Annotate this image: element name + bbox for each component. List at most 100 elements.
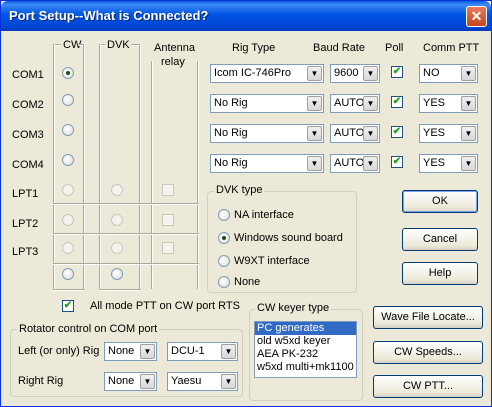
header-rig-type: Rig Type bbox=[232, 42, 276, 54]
com1-cw-radio[interactable] bbox=[62, 67, 74, 79]
rotator-left-port-select[interactable]: None ▼ bbox=[104, 342, 157, 361]
header-comm-ptt: Comm PTT bbox=[423, 42, 480, 54]
cw-keyer-item-old-w5xd[interactable]: old w5xd keyer bbox=[255, 335, 356, 348]
com1-poll-checkbox[interactable]: ✔ bbox=[391, 66, 403, 78]
com4-ptt-select[interactable]: YES ▼ bbox=[419, 154, 478, 173]
title-bar[interactable]: Port Setup--What is Connected? ✕ bbox=[1, 1, 491, 31]
com1-ptt-value: NO bbox=[423, 67, 440, 79]
lpt1-cw-radio[interactable] bbox=[62, 184, 74, 196]
chevron-down-icon: ▼ bbox=[461, 96, 476, 111]
help-button[interactable]: Help bbox=[402, 262, 478, 285]
relay-group-left-line bbox=[151, 61, 153, 289]
chevron-down-icon: ▼ bbox=[221, 344, 236, 359]
rotator-right-port-select[interactable]: None ▼ bbox=[104, 372, 157, 391]
lpt2-dvk-radio[interactable] bbox=[111, 214, 123, 226]
chevron-down-icon: ▼ bbox=[363, 156, 378, 171]
all-mode-ptt-label[interactable]: All mode PTT on CW port RTS bbox=[90, 300, 240, 312]
com3-poll-checkbox[interactable]: ✔ bbox=[391, 126, 403, 138]
rotator-right-port-value: None bbox=[108, 375, 135, 387]
rotator-left-type-value: DCU-1 bbox=[171, 345, 205, 357]
header-poll: Poll bbox=[385, 42, 404, 54]
wave-file-locate-button[interactable]: Wave File Locate... bbox=[373, 306, 483, 329]
com2-ptt-select[interactable]: YES ▼ bbox=[419, 94, 478, 113]
cw-keyer-title: CW keyer type bbox=[255, 302, 332, 314]
rotator-left-label: Left (or only) Rig bbox=[18, 345, 100, 357]
cw-keyer-list[interactable]: PC generates old w5xd keyer AEA PK-232 w… bbox=[254, 321, 357, 378]
com2-rig-select[interactable]: No Rig ▼ bbox=[210, 94, 324, 113]
all-mode-ptt-checkbox[interactable]: ✔ bbox=[62, 300, 74, 312]
lpt1-relay-checkbox[interactable] bbox=[162, 184, 174, 196]
com3-cw-radio[interactable] bbox=[62, 124, 74, 136]
lpt1-dvk-radio[interactable] bbox=[111, 184, 123, 196]
relay-group-right-line bbox=[197, 61, 199, 289]
dvk-windows-radio[interactable] bbox=[218, 232, 230, 244]
chevron-down-icon: ▼ bbox=[461, 66, 476, 81]
com4-label: COM4 bbox=[12, 159, 44, 171]
checkmark-icon: ✔ bbox=[63, 300, 73, 311]
lpt1-label: LPT1 bbox=[12, 188, 39, 200]
com4-rig-select[interactable]: No Rig ▼ bbox=[210, 154, 324, 173]
dvk-na-label[interactable]: NA interface bbox=[234, 209, 294, 221]
com1-baud-select[interactable]: 9600 ▼ bbox=[330, 64, 380, 83]
close-icon[interactable]: ✕ bbox=[466, 6, 487, 27]
com3-baud-value: AUTO bbox=[334, 127, 365, 139]
com4-baud-select[interactable]: AUTO ▼ bbox=[330, 154, 380, 173]
cw-keyer-item-w5xd-multi[interactable]: w5xd multi+mk1100 bbox=[255, 361, 356, 374]
dialog-body: CW DVK Antenna relay Rig Type Baud Rate … bbox=[1, 31, 491, 406]
lpt2-relay-checkbox[interactable] bbox=[162, 214, 174, 226]
dvk-na-radio[interactable] bbox=[218, 209, 230, 221]
checkmark-icon: ✔ bbox=[392, 96, 402, 107]
dvk-none-option-radio[interactable] bbox=[218, 276, 230, 288]
com4-ptt-value: YES bbox=[423, 157, 446, 169]
com3-baud-select[interactable]: AUTO ▼ bbox=[330, 124, 380, 143]
com4-poll-checkbox[interactable]: ✔ bbox=[391, 156, 403, 168]
dvk-none-radio[interactable] bbox=[111, 268, 123, 280]
cw-keyer-item-aea[interactable]: AEA PK-232 bbox=[255, 348, 356, 361]
lpt2-cw-radio[interactable] bbox=[62, 214, 74, 226]
chevron-down-icon: ▼ bbox=[363, 96, 378, 111]
dvk-w9xt-label[interactable]: W9XT interface bbox=[234, 255, 310, 267]
dvk-group-top-right bbox=[131, 44, 139, 46]
chevron-down-icon: ▼ bbox=[307, 66, 322, 81]
rotator-title: Rotator control on COM port bbox=[17, 323, 160, 335]
header-antenna: Antenna bbox=[154, 42, 195, 54]
cw-speeds-button[interactable]: CW Speeds... bbox=[373, 341, 483, 364]
com1-ptt-select[interactable]: NO ▼ bbox=[419, 64, 478, 83]
lpt2-label: LPT2 bbox=[12, 218, 39, 230]
com2-poll-checkbox[interactable]: ✔ bbox=[391, 96, 403, 108]
com1-rig-select[interactable]: Icom IC-746Pro ▼ bbox=[210, 64, 324, 83]
com3-ptt-value: YES bbox=[423, 127, 446, 139]
lpt3-label: LPT3 bbox=[12, 246, 39, 258]
com3-label: COM3 bbox=[12, 129, 44, 141]
com3-ptt-select[interactable]: YES ▼ bbox=[419, 124, 478, 143]
header-dvk: DVK bbox=[107, 39, 130, 51]
lpt3-cw-radio[interactable] bbox=[62, 242, 74, 254]
cw-group-bottom bbox=[53, 289, 85, 291]
cw-keyer-item-pc[interactable]: PC generates bbox=[255, 322, 356, 335]
cw-none-radio[interactable] bbox=[62, 268, 74, 280]
cancel-button[interactable]: Cancel bbox=[402, 228, 478, 251]
lpt3-relay-checkbox[interactable] bbox=[162, 242, 174, 254]
header-baud-rate: Baud Rate bbox=[313, 42, 365, 54]
com4-cw-radio[interactable] bbox=[62, 154, 74, 166]
chevron-down-icon: ▼ bbox=[221, 374, 236, 389]
lpt3-dvk-radio[interactable] bbox=[111, 242, 123, 254]
com2-baud-select[interactable]: AUTO ▼ bbox=[330, 94, 380, 113]
ok-button[interactable]: OK bbox=[402, 190, 478, 213]
cw-ptt-button[interactable]: CW PTT... bbox=[373, 375, 483, 398]
com2-baud-value: AUTO bbox=[334, 97, 365, 109]
checkmark-icon: ✔ bbox=[392, 126, 402, 137]
dvk-group-bottom bbox=[99, 289, 141, 291]
rotator-left-type-select[interactable]: DCU-1 ▼ bbox=[167, 342, 238, 361]
dvk-w9xt-radio[interactable] bbox=[218, 255, 230, 267]
com2-rig-value: No Rig bbox=[214, 97, 248, 109]
rotator-right-label: Right Rig bbox=[18, 375, 64, 387]
dvk-none-option-label[interactable]: None bbox=[234, 276, 260, 288]
com3-rig-value: No Rig bbox=[214, 127, 248, 139]
dvk-group-right-line bbox=[139, 44, 141, 289]
dvk-windows-label[interactable]: Windows sound board bbox=[234, 232, 343, 244]
com3-rig-select[interactable]: No Rig ▼ bbox=[210, 124, 324, 143]
chevron-down-icon: ▼ bbox=[307, 126, 322, 141]
com2-cw-radio[interactable] bbox=[62, 94, 74, 106]
rotator-right-type-select[interactable]: Yaesu ▼ bbox=[167, 372, 238, 391]
